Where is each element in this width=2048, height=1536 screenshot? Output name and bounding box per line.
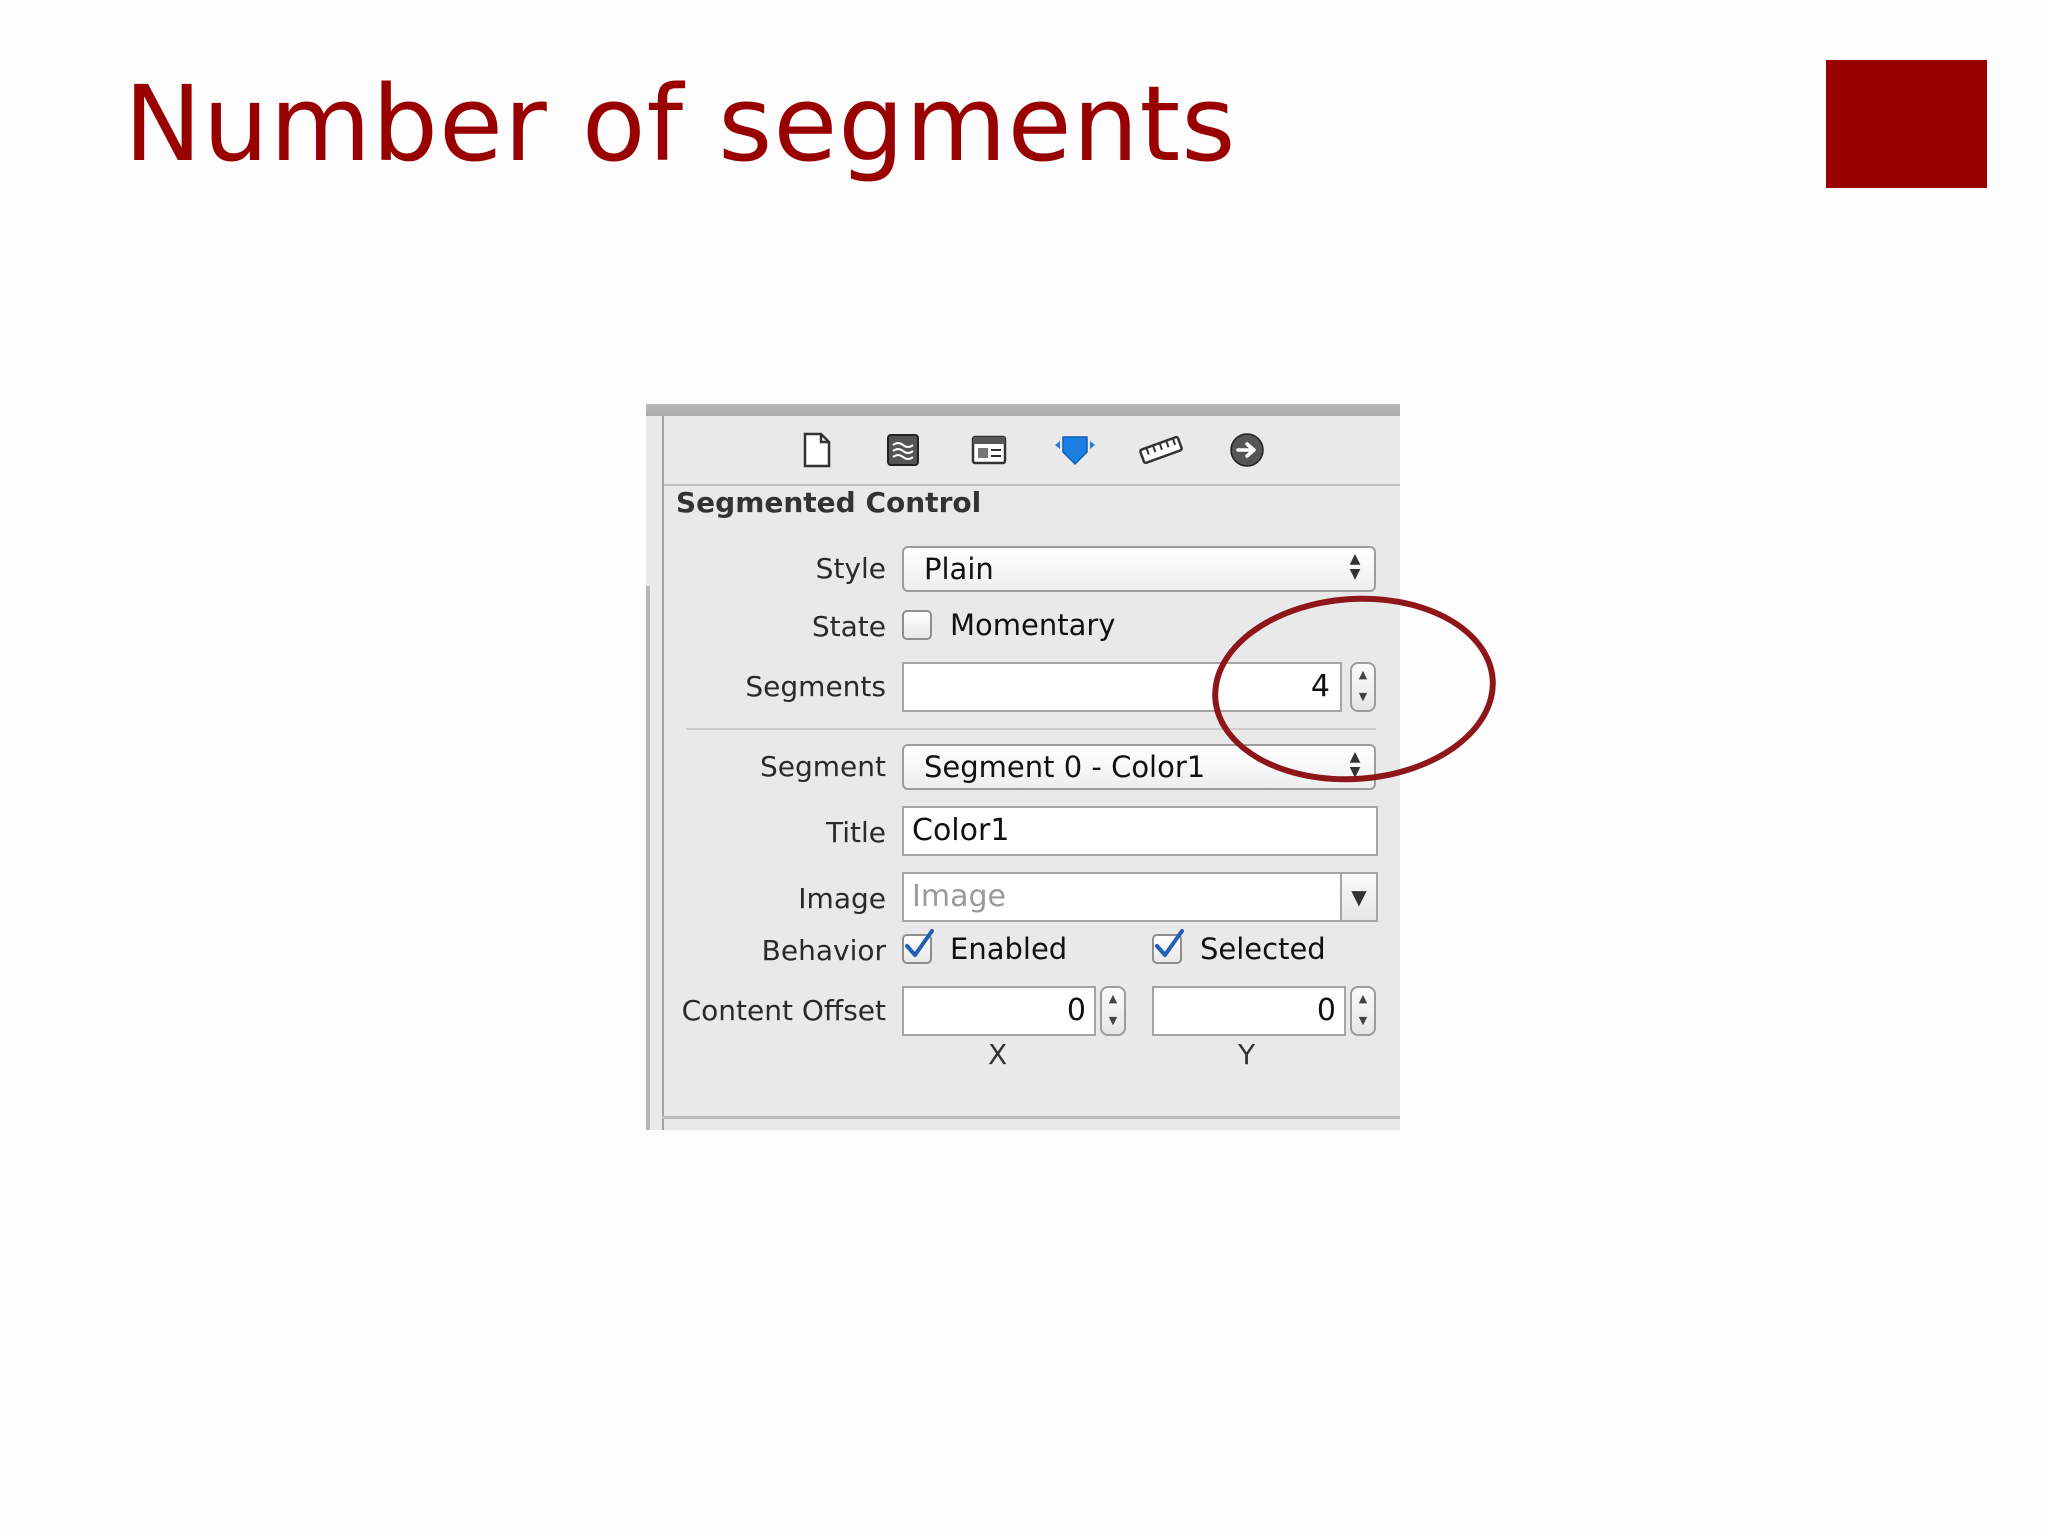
title-field[interactable]: Color1 bbox=[902, 806, 1378, 856]
file-inspector-icon[interactable] bbox=[792, 425, 842, 475]
momentary-label: Momentary bbox=[950, 608, 1116, 642]
inspector-left-edge bbox=[646, 586, 650, 1130]
selected-label: Selected bbox=[1200, 932, 1326, 966]
attributes-inspector-icon[interactable] bbox=[1050, 425, 1100, 475]
segments-label: Segments bbox=[745, 670, 886, 703]
content-offset-x-field[interactable]: 0 bbox=[902, 986, 1096, 1036]
content-offset-x-stepper[interactable]: ▲ ▼ bbox=[1100, 986, 1126, 1036]
selected-checkbox[interactable] bbox=[1152, 929, 1184, 964]
accent-square bbox=[1826, 60, 1987, 188]
segment-label: Segment bbox=[760, 750, 886, 783]
content-offset-y-stepper[interactable]: ▲ ▼ bbox=[1350, 986, 1376, 1036]
segment-value: Segment 0 - Color1 bbox=[924, 750, 1206, 784]
style-label: Style bbox=[815, 552, 886, 585]
style-value: Plain bbox=[924, 552, 994, 586]
y-axis-label: Y bbox=[1238, 1038, 1256, 1071]
x-axis-label: X bbox=[988, 1038, 1008, 1071]
style-popup[interactable]: Plain ▲ ▼ bbox=[902, 546, 1376, 592]
section-heading: Segmented Control bbox=[676, 486, 982, 519]
inspector-top-bar bbox=[646, 404, 1400, 416]
enabled-label: Enabled bbox=[950, 932, 1068, 966]
popup-arrows-icon: ▲ ▼ bbox=[1349, 551, 1361, 582]
enabled-checkbox[interactable] bbox=[902, 929, 934, 964]
content-offset-label: Content Offset bbox=[681, 994, 886, 1027]
title-label: Title bbox=[825, 816, 886, 849]
inspector-toolbar bbox=[664, 416, 1400, 486]
chevron-down-icon[interactable]: ▼ bbox=[1340, 872, 1378, 922]
checkmark-icon bbox=[1155, 929, 1184, 957]
inspector-bottom-border bbox=[662, 1116, 1400, 1119]
size-inspector-icon[interactable] bbox=[1136, 425, 1186, 475]
state-label: State bbox=[811, 610, 886, 643]
behavior-label: Behavior bbox=[761, 934, 886, 967]
identity-inspector-icon[interactable] bbox=[964, 425, 1014, 475]
image-label: Image bbox=[798, 882, 886, 915]
image-combo-field[interactable]: Image bbox=[902, 872, 1342, 922]
connections-inspector-icon[interactable] bbox=[1222, 425, 1272, 475]
content-offset-y-field[interactable]: 0 bbox=[1152, 986, 1346, 1036]
quick-help-icon[interactable] bbox=[878, 425, 928, 475]
momentary-checkbox[interactable] bbox=[902, 610, 932, 640]
checkmark-icon bbox=[905, 929, 934, 957]
slide-title: Number of segments bbox=[124, 63, 1237, 185]
